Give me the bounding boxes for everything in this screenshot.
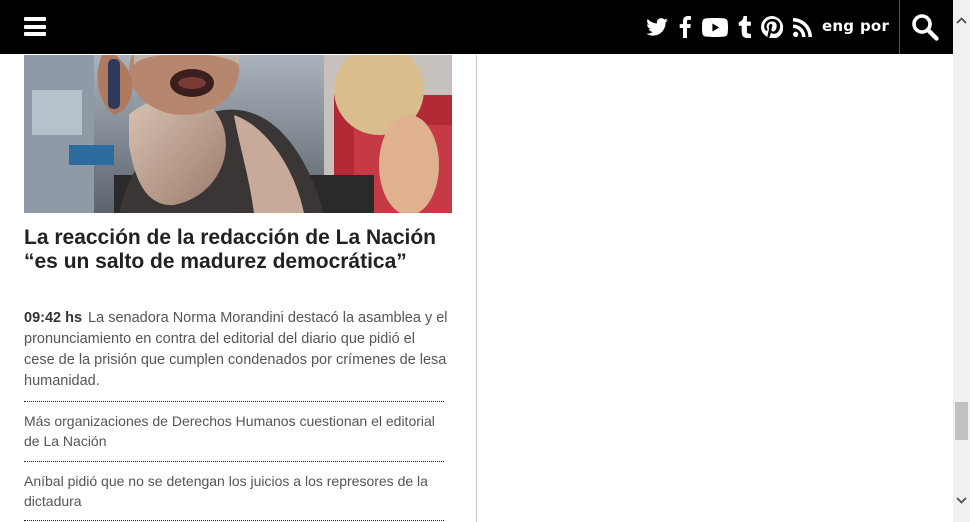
- related-divider: [24, 520, 444, 521]
- scroll-up-arrow-icon[interactable]: [953, 12, 970, 29]
- search-icon[interactable]: [911, 13, 939, 41]
- scrollbar-thumb[interactable]: [955, 402, 968, 440]
- language-eng-link[interactable]: eng: [822, 17, 854, 35]
- language-por-link[interactable]: por: [860, 17, 889, 35]
- article-summary-text: La senadora Norma Morandini destacó la a…: [24, 310, 448, 389]
- article-photo[interactable]: [24, 55, 452, 213]
- article-time: 09:42 hs: [24, 310, 83, 326]
- facebook-icon[interactable]: [677, 14, 693, 40]
- scroll-down-arrow-icon[interactable]: [953, 492, 970, 509]
- pinterest-icon[interactable]: [760, 14, 784, 40]
- youtube-icon[interactable]: [701, 14, 729, 40]
- vertical-scrollbar[interactable]: [953, 0, 970, 522]
- twitter-icon[interactable]: [645, 14, 669, 40]
- hamburger-menu-icon[interactable]: [24, 17, 46, 36]
- article-summary: 09:42 hs La senadora Norma Morandini dest…: [24, 308, 448, 392]
- article-headline[interactable]: La reacción de la redacción de La Nación…: [24, 226, 464, 274]
- column-divider: [476, 54, 477, 522]
- related-link[interactable]: Más organizaciones de Derechos Humanos c…: [24, 401, 444, 451]
- rss-icon[interactable]: [792, 14, 812, 40]
- tumblr-icon[interactable]: [736, 14, 752, 40]
- top-navigation-bar: eng por: [0, 0, 953, 54]
- related-link[interactable]: Aníbal pidió que no se detengan los juic…: [24, 461, 444, 511]
- header-divider: [899, 0, 900, 54]
